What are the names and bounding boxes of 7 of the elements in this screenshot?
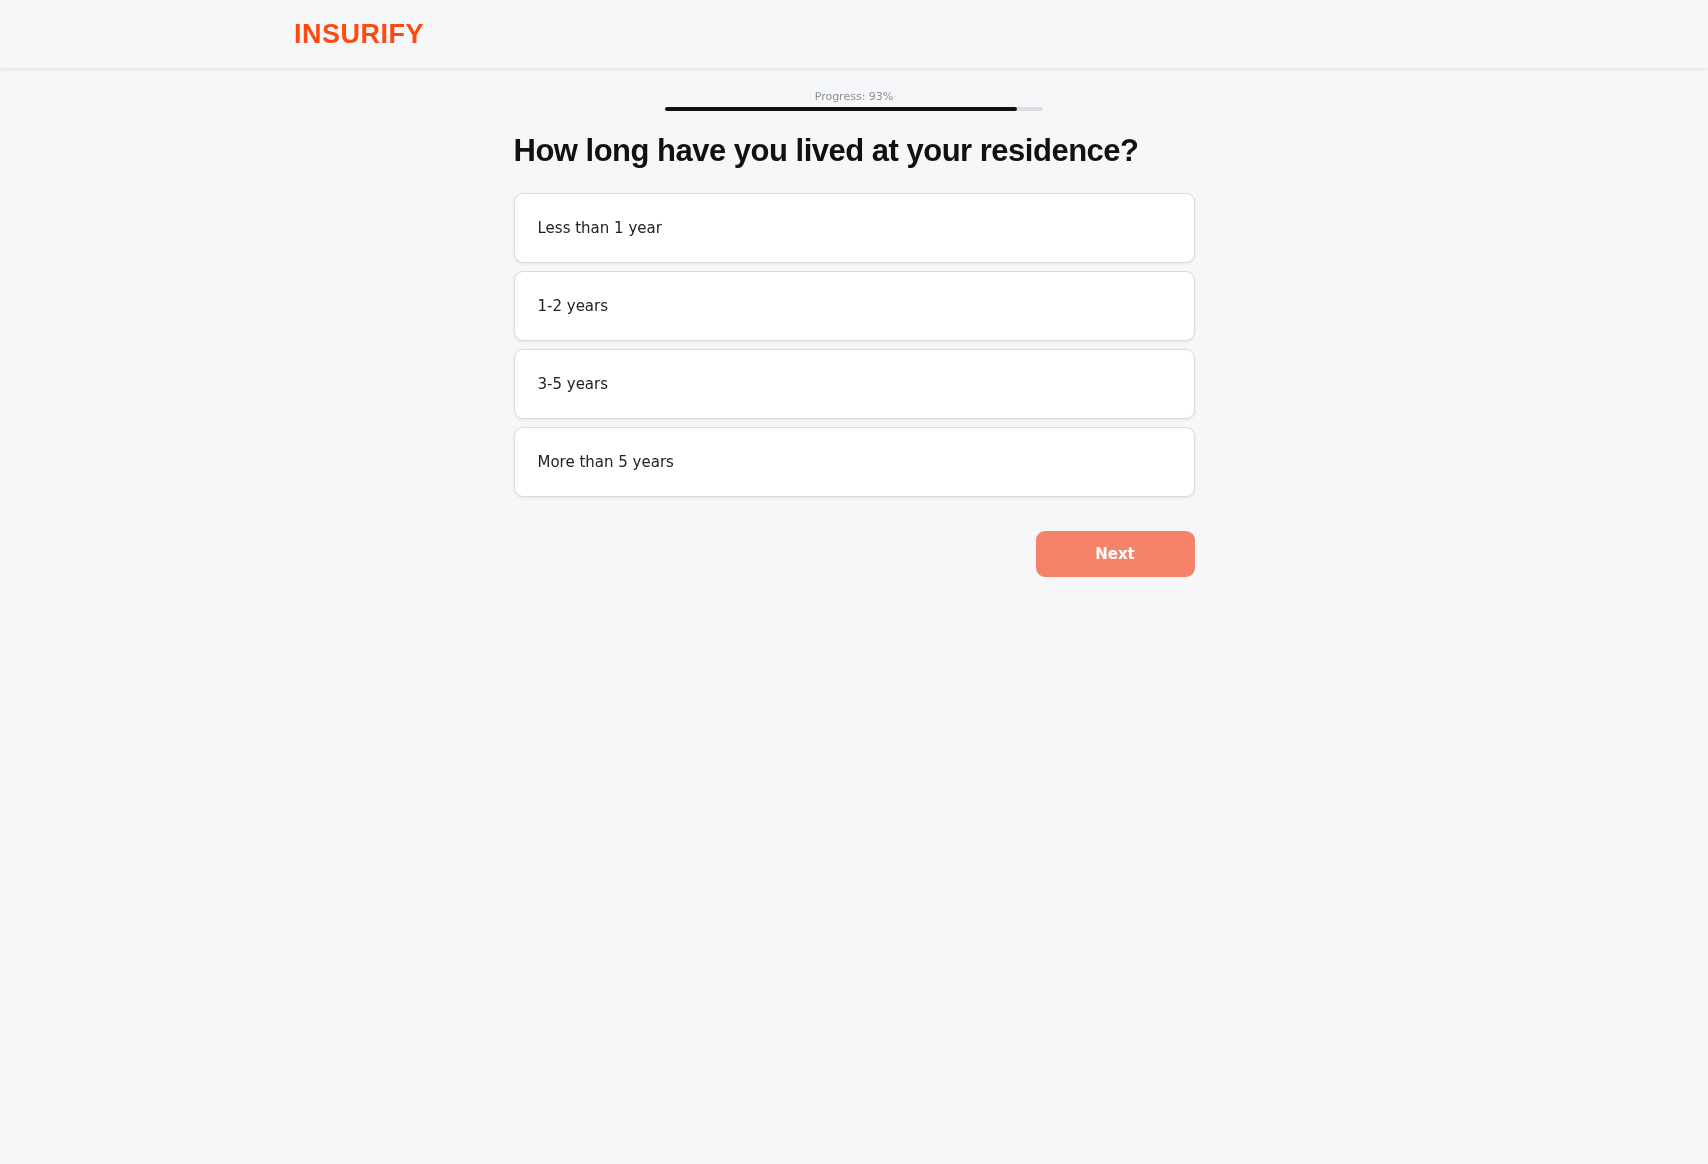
logo: INSURIFY xyxy=(294,18,424,50)
progress-label: Progress: 93% xyxy=(814,90,894,103)
answer-option[interactable]: 3-5 years xyxy=(513,349,1195,419)
answer-option[interactable]: Less than 1 year xyxy=(513,193,1195,263)
answer-option[interactable]: 1-2 years xyxy=(513,271,1195,341)
question-title: How long have you lived at your residence? xyxy=(513,133,1140,169)
answer-option[interactable]: More than 5 years xyxy=(513,427,1195,497)
